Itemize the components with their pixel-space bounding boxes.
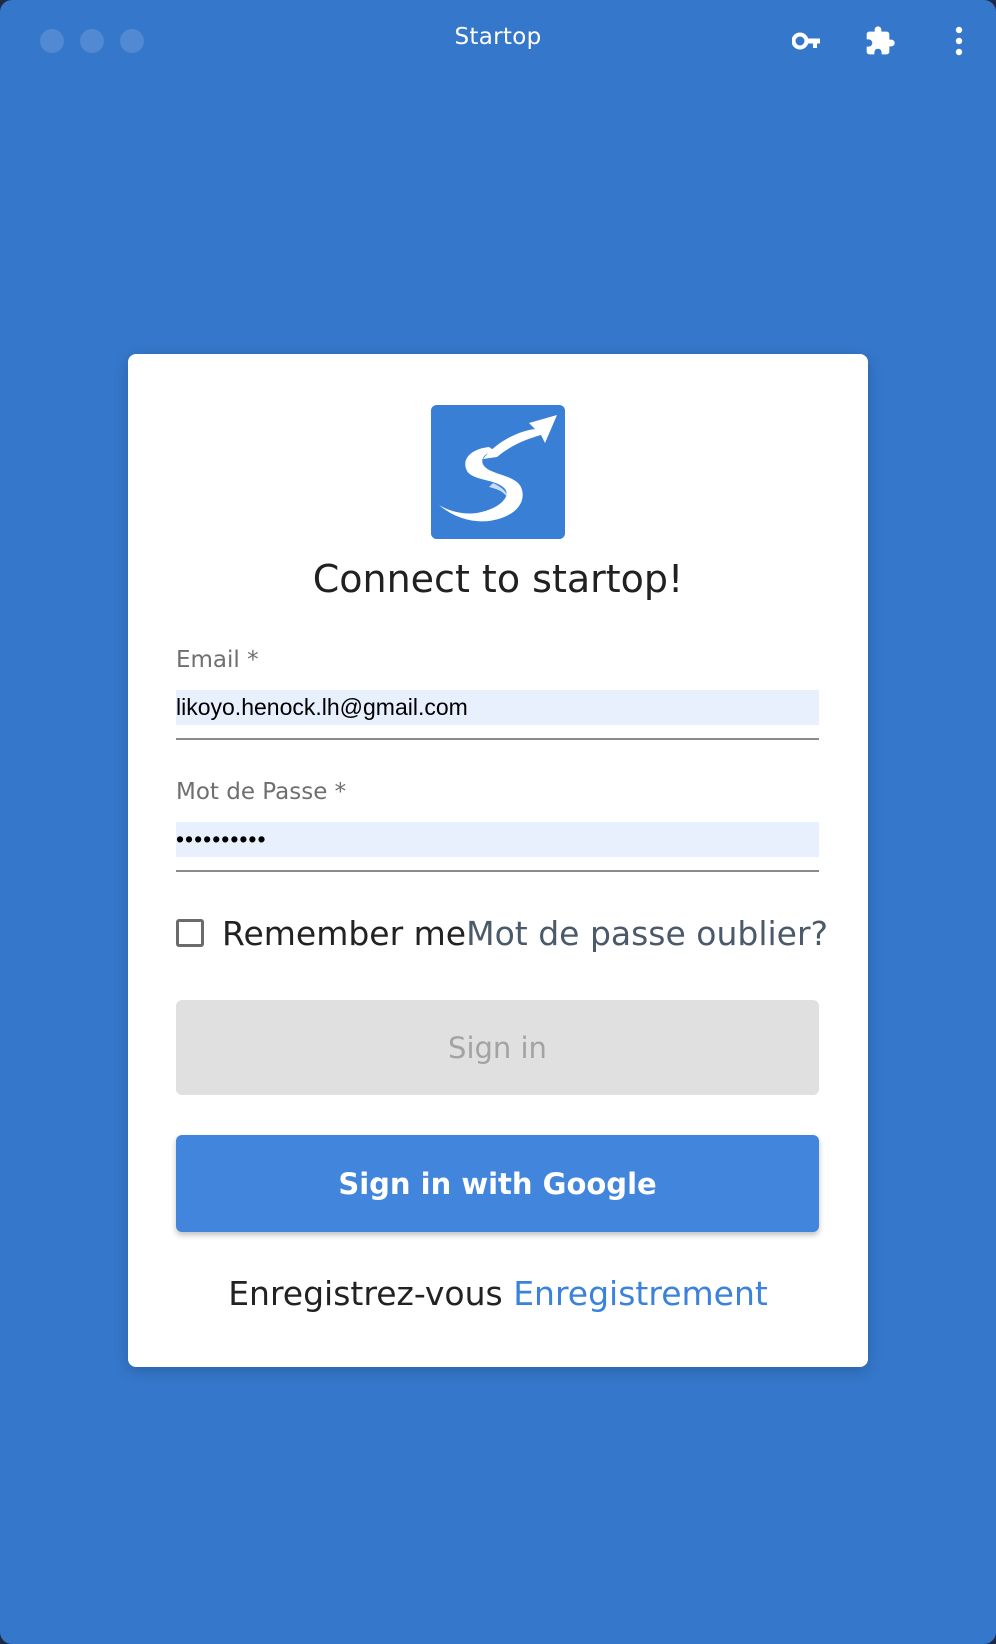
remember-me-checkbox[interactable] [176, 919, 204, 947]
window-title: Startop [454, 24, 542, 50]
email-label: Email * [176, 647, 259, 673]
sign-in-button[interactable]: Sign in [176, 1000, 819, 1095]
email-field[interactable] [176, 690, 819, 725]
remember-row: Remember me Mot de passe oublier? [176, 910, 828, 956]
register-prompt: Enregistrez-vous [228, 1274, 503, 1313]
page-title: Connect to startop! [312, 557, 684, 601]
password-field[interactable] [176, 822, 819, 857]
password-underline [176, 870, 819, 872]
register-row: Enregistrez-vous Enregistrement [128, 1274, 868, 1313]
puzzle-icon[interactable] [861, 22, 899, 60]
startop-logo [431, 405, 565, 539]
title-bar: Startop [0, 0, 996, 80]
password-label: Mot de Passe * [176, 779, 347, 805]
more-vertical-icon[interactable] [940, 22, 978, 60]
google-sign-in-button[interactable]: Sign in with Google [176, 1135, 819, 1232]
remember-me-label: Remember me [222, 913, 467, 953]
forgot-password-link[interactable]: Mot de passe oublier? [466, 914, 828, 953]
login-card: Connect to startop! Email * Mot de Passe… [128, 354, 868, 1367]
app-window: Startop Connect to startop! Email * liko… [0, 0, 996, 1644]
email-underline [176, 738, 819, 740]
key-icon[interactable] [788, 22, 826, 60]
register-link[interactable]: Enregistrement [513, 1274, 768, 1313]
